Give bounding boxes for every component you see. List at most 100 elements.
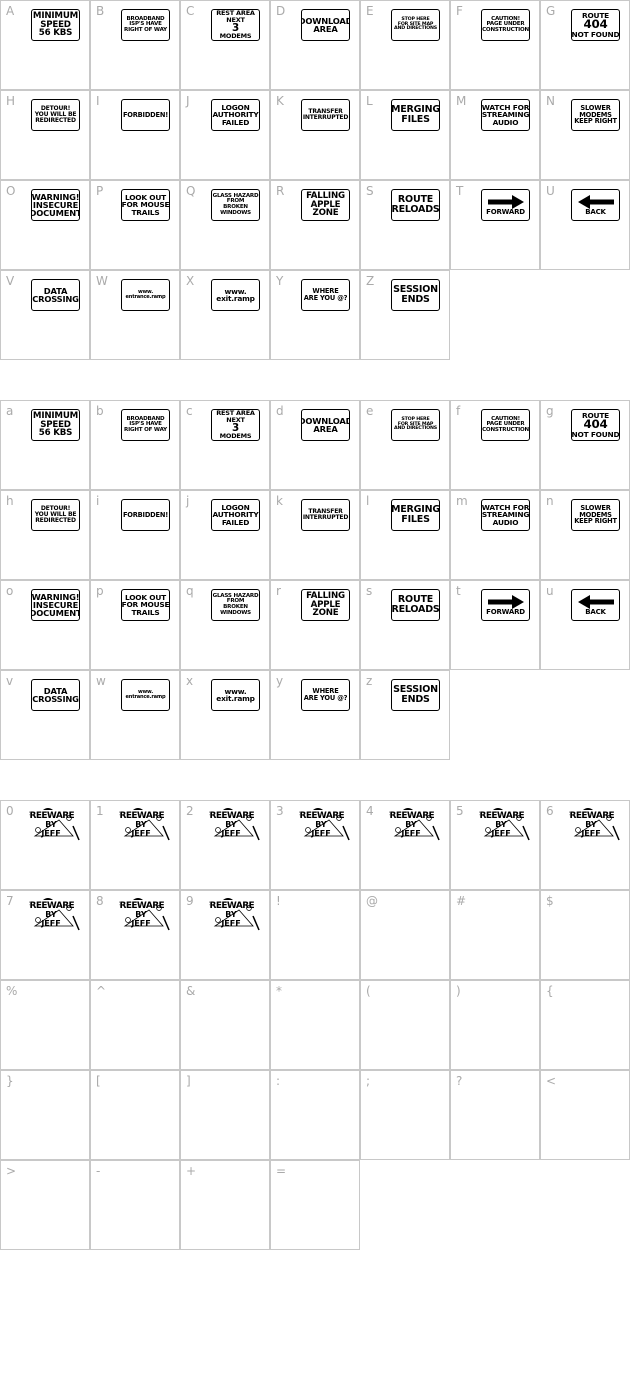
glyph-char: u xyxy=(546,584,554,598)
road-sign: BROADBAND ISP'S HAVE RIGHT OF WAY xyxy=(121,409,170,441)
sign-line: KEEP RIGHT xyxy=(574,517,617,526)
glyph-char: Z xyxy=(366,274,375,288)
glyph-cell: 0 FREEWAREBYJEFF xyxy=(0,800,90,890)
road-sign: BROADBAND ISP'S HAVE RIGHT OF WAY xyxy=(121,9,170,41)
road-sign: FORWARD xyxy=(481,189,530,221)
svg-text:BY: BY xyxy=(135,910,147,919)
glyph-char: z xyxy=(366,674,373,688)
sign-line: RELOADS xyxy=(391,604,440,615)
glyph-char: V xyxy=(6,274,15,288)
road-sign: STOP HERE FOR SITE MAP AND DIRECTIONS xyxy=(391,409,440,441)
glyph-char: S xyxy=(366,184,374,198)
road-sign: STOP HERE FOR SITE MAP AND DIRECTIONS xyxy=(391,9,440,41)
glyph-cell: J LOGON AUTHORITY FAILED xyxy=(180,90,270,180)
glyph-char: H xyxy=(6,94,16,108)
road-sign: REST AREA NEXT 3 MODEMS xyxy=(211,9,260,41)
sign-line: entrance.ramp xyxy=(125,694,166,700)
freeware-by-jeff-logo: FREEWAREBYJEFF xyxy=(209,808,260,841)
glyph-char: b xyxy=(96,404,104,418)
glyph-cell: P LOOK OUT FOR MOUSE TRAILS xyxy=(90,180,180,270)
glyph-cell: O WARNING! INSECURE DOCUMENT xyxy=(0,180,90,270)
glyph-char: s xyxy=(366,584,373,598)
glyph-cell: 1 FREEWAREBYJEFF xyxy=(90,800,180,890)
glyph-cell: C REST AREA NEXT 3 MODEMS xyxy=(180,0,270,90)
glyph-char: d xyxy=(276,404,284,418)
glyph-cell: > xyxy=(0,1160,90,1250)
glyph-cell: [ xyxy=(90,1070,180,1160)
glyph-cell: Y WHERE ARE YOU @? xyxy=(270,270,360,360)
road-sign: WHERE ARE YOU @? xyxy=(301,679,350,711)
glyph-char: 3 xyxy=(276,804,284,818)
freeware-by-jeff-logo: FREEWAREBYJEFF xyxy=(569,808,620,841)
glyph-cell: b BROADBAND ISP'S HAVE RIGHT OF WAY xyxy=(90,400,180,490)
road-sign: WATCH FOR STREAMING AUDIO xyxy=(481,499,530,531)
glyph-cell: H DETOUR! YOU WILL BE REDIRECTED xyxy=(0,90,90,180)
sign-line: FORBIDDEN! xyxy=(122,510,169,519)
glyph-char: A xyxy=(6,4,15,18)
glyph-cell: t FORWARD xyxy=(450,580,540,670)
road-sign: WHERE ARE YOU @? xyxy=(301,279,350,311)
glyph-cell: e STOP HERE FOR SITE MAP AND DIRECTIONS xyxy=(360,400,450,490)
road-sign: WARNING! INSECURE DOCUMENT xyxy=(31,189,80,221)
glyph-char: T xyxy=(456,184,464,198)
glyph-cell: Z SESSION ENDS xyxy=(360,270,450,360)
sign-line: ARE YOU @? xyxy=(303,294,348,302)
glyph-cell: ] xyxy=(180,1070,270,1160)
glyph-char: 7 xyxy=(6,894,14,908)
glyph-cell: 7 FREEWAREBYJEFF xyxy=(0,890,90,980)
glyph-cell: r FALLING APPLE ZONE xyxy=(270,580,360,670)
road-sign: www. exit.ramp xyxy=(211,679,260,711)
glyph-cell: V DATA CROSSING xyxy=(0,270,90,360)
freeware-by-jeff-logo: FREEWAREBYJEFF xyxy=(299,808,350,841)
glyph-char: $ xyxy=(546,894,554,908)
road-sign: LOOK OUT FOR MOUSE TRAILS xyxy=(121,189,170,221)
sign-line: ZONE xyxy=(312,608,339,619)
sign-line: TRAILS xyxy=(131,207,160,217)
glyph-char: i xyxy=(96,494,100,508)
glyph-cell: d DOWNLOAD AREA xyxy=(270,400,360,490)
glyph-char: x xyxy=(186,674,194,688)
glyph-char: l xyxy=(366,494,370,508)
glyph-cell: 3 FREEWAREBYJEFF xyxy=(270,800,360,890)
glyph-char: > xyxy=(6,1164,17,1178)
glyph-char: e xyxy=(366,404,374,418)
sign-line: FORWARD xyxy=(486,607,525,616)
glyph-cell: R FALLING APPLE ZONE xyxy=(270,180,360,270)
sign-line: AREA xyxy=(313,424,338,434)
arrow-right-icon xyxy=(487,194,524,209)
sign-line: BACK xyxy=(585,207,606,216)
glyph-char: 6 xyxy=(546,804,554,818)
road-sign: ROUTE 404 NOT FOUND xyxy=(571,409,620,441)
sign-line: FAILED xyxy=(221,117,250,127)
sign-line: MODEMS xyxy=(219,32,252,41)
glyph-char: ) xyxy=(456,984,461,998)
arrow-left-icon xyxy=(577,194,614,209)
sign-line: CONSTRUCTION xyxy=(482,426,529,433)
glyph-cell: j LOGON AUTHORITY FAILED xyxy=(180,490,270,580)
glyph-char: - xyxy=(96,1164,101,1178)
svg-text:BY: BY xyxy=(585,820,597,829)
glyph-cell: ; xyxy=(360,1070,450,1160)
glyph-cell: 8 FREEWAREBYJEFF xyxy=(90,890,180,980)
sign-line: AREA xyxy=(313,24,338,34)
glyph-cell: + xyxy=(180,1160,270,1250)
road-sign: GLASS HAZARD FROM BROKEN WINDOWS xyxy=(211,589,260,621)
sign-line: ENDS xyxy=(401,294,430,305)
sign-line: ZONE xyxy=(312,208,339,219)
glyph-cell: y WHERE ARE YOU @? xyxy=(270,670,360,760)
road-sign: LOOK OUT FOR MOUSE TRAILS xyxy=(121,589,170,621)
glyph-cell: L MERGING FILES xyxy=(360,90,450,180)
road-sign: SLOWER MODEMS KEEP RIGHT xyxy=(571,499,620,531)
sign-line: ARE YOU @? xyxy=(303,694,348,702)
road-sign: SLOWER MODEMS KEEP RIGHT xyxy=(571,99,620,131)
road-sign: ROUTE RELOADS xyxy=(391,589,440,621)
svg-text:BY: BY xyxy=(225,820,237,829)
glyph-cell: n SLOWER MODEMS KEEP RIGHT xyxy=(540,490,630,580)
svg-text:JEFF: JEFF xyxy=(580,829,600,838)
glyph-cell: Q GLASS HAZARD FROM BROKEN WINDOWS xyxy=(180,180,270,270)
glyph-char: X xyxy=(186,274,195,288)
glyph-cell: q GLASS HAZARD FROM BROKEN WINDOWS xyxy=(180,580,270,670)
sign-line: NOT FOUND xyxy=(571,429,620,439)
glyph-cell: * xyxy=(270,980,360,1070)
glyph-cell: ( xyxy=(360,980,450,1070)
